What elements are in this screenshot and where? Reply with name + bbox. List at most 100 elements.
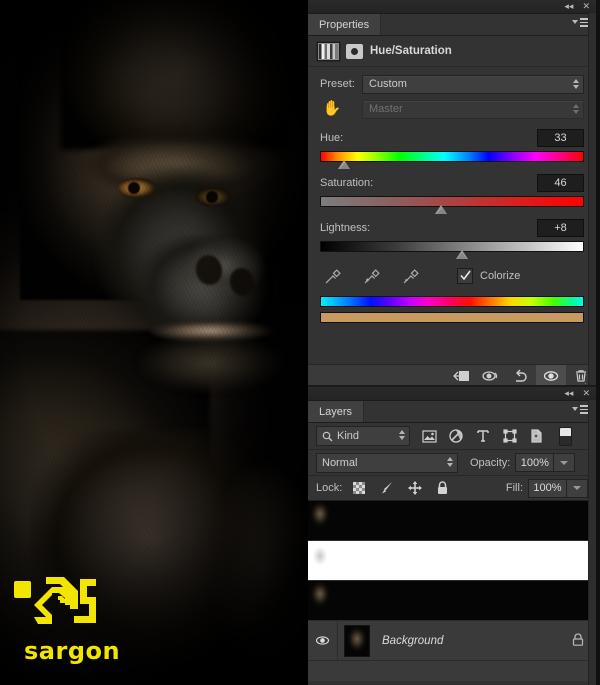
hue-value[interactable]: 33 [537, 129, 584, 147]
channel-select[interactable]: Master [362, 99, 584, 119]
eyedropper-icon[interactable] [324, 268, 341, 285]
input-spectrum-bar[interactable] [320, 296, 584, 307]
preset-row: Preset: Custom [308, 71, 596, 97]
adjustment-header: Hue/Saturation [308, 36, 596, 67]
layer-mask-icon [346, 43, 363, 59]
channel-value: Master [369, 103, 403, 115]
color-output-bars [308, 296, 596, 323]
layer-list: Color Lighting [308, 501, 596, 681]
lightness-slider-block: Lightness: +8 [308, 219, 596, 259]
layer-locked-icon [572, 632, 584, 649]
opacity-value[interactable]: 100% [515, 453, 555, 472]
hue-slider-block: Hue: 33 [308, 129, 596, 169]
lightness-slider-knob[interactable] [455, 250, 469, 259]
filter-kind-label: Kind [337, 430, 360, 442]
hue-label: Hue: [320, 132, 344, 144]
search-icon [322, 431, 333, 441]
filter-kind-select[interactable]: Kind [316, 426, 410, 446]
blend-opacity-row: Normal Opacity: 100% [308, 450, 596, 476]
lightness-slider-track[interactable] [320, 241, 584, 259]
filter-type-layers[interactable] [475, 428, 491, 444]
fill-value[interactable]: 100% [528, 478, 567, 498]
preset-select[interactable]: Custom [362, 74, 584, 94]
preset-stepper-icon[interactable] [573, 78, 579, 89]
window-right-gutter [596, 0, 600, 685]
table-row[interactable]: Shadows adjustment [308, 541, 596, 581]
clip-to-layer-button[interactable] [446, 365, 476, 387]
eyedropper-row: Colorize [308, 262, 596, 290]
layer-list-empty-space [308, 661, 596, 681]
lock-image-pixels[interactable] [379, 481, 394, 496]
layer-mask-thumbnail[interactable] [308, 501, 596, 540]
watermark-text: sargon [24, 637, 121, 665]
sargon-logo-icon [14, 577, 96, 624]
layers-titlebar: ◂◂ ✕ [308, 387, 596, 401]
on-image-adjust-icon[interactable]: ✋ [320, 98, 344, 120]
close-panel-icon[interactable]: ✕ [582, 2, 590, 11]
fill-label: Fill: [505, 482, 523, 494]
filter-adjustment-layers[interactable] [448, 428, 464, 444]
tab-properties[interactable]: Properties [308, 14, 382, 35]
fill-dropdown-button[interactable] [567, 478, 588, 498]
channel-stepper-icon[interactable] [573, 103, 579, 114]
hue-slider-knob[interactable] [338, 160, 351, 169]
layer-filter-toolbar: Kind [308, 423, 596, 450]
lock-fill-row: Lock: Fill: 100% [308, 476, 596, 501]
colorize-label: Colorize [480, 270, 521, 282]
layer-mask-thumbnail[interactable] [308, 541, 596, 580]
table-row[interactable]: Highlight adjustment [308, 581, 596, 621]
properties-tabrow: Properties [308, 14, 596, 36]
lock-transparent-pixels[interactable] [351, 481, 366, 496]
preset-value: Custom [369, 78, 407, 90]
tab-layers[interactable]: Layers [308, 401, 365, 422]
saturation-slider-block: Saturation: 46 [308, 174, 596, 214]
saturation-value[interactable]: 46 [537, 174, 584, 192]
lightness-value[interactable]: +8 [537, 219, 584, 237]
output-color-bar[interactable] [320, 312, 584, 323]
properties-panel: ◂◂ ✕ Properties Hue/Saturation Preset: C… [308, 0, 596, 393]
layer-mask-thumbnail[interactable] [308, 581, 596, 620]
photoshop-window: sargon ◂◂ ✕ Properties Hue/Saturation Pr… [0, 0, 600, 685]
lock-all[interactable] [435, 481, 450, 496]
filter-smart-objects[interactable] [529, 428, 545, 444]
blend-mode-stepper-icon[interactable] [447, 456, 453, 467]
hue-slider-track[interactable] [320, 151, 584, 169]
table-row[interactable]: Background [308, 621, 596, 661]
layer-name: Background [382, 634, 444, 647]
filter-enable-toggle[interactable] [559, 426, 572, 446]
reset-button[interactable] [506, 365, 536, 387]
properties-footer [308, 364, 596, 393]
properties-titlebar: ◂◂ ✕ [308, 0, 596, 14]
saturation-slider-track[interactable] [320, 196, 584, 214]
view-previous-state-button[interactable] [476, 365, 506, 387]
table-row[interactable]: Color Lighting [308, 501, 596, 541]
lock-label: Lock: [316, 482, 343, 494]
saturation-slider-knob[interactable] [435, 205, 448, 214]
colorize-checkbox[interactable] [457, 268, 473, 284]
opacity-dropdown-button[interactable] [554, 453, 576, 472]
properties-body: Hue/Saturation Preset: Custom ✋ Master H… [308, 36, 596, 393]
filter-pixel-layers[interactable] [421, 428, 437, 444]
filter-shape-layers[interactable] [502, 428, 518, 444]
blend-mode-select[interactable]: Normal [316, 452, 458, 473]
eyedropper-add-icon[interactable] [363, 268, 380, 285]
preset-label: Preset: [320, 78, 355, 90]
layer-visibility-toggle[interactable] [308, 621, 338, 660]
collapse-panel-icon[interactable]: ◂◂ [564, 2, 573, 11]
layers-panel: ◂◂ ✕ Layers Kind Normal Opacity: 100% Lo… [308, 387, 596, 685]
opacity-label: Opacity: [470, 456, 511, 469]
adjustment-title: Hue/Saturation [370, 45, 452, 57]
lightness-label: Lightness: [320, 222, 371, 234]
toggle-layer-visibility-button[interactable] [536, 365, 566, 387]
layers-tabrow: Layers [308, 401, 596, 423]
layers-collapse-panel-icon[interactable]: ◂◂ [564, 389, 573, 398]
blend-mode-value: Normal [322, 456, 358, 469]
layer-thumbnail[interactable] [344, 624, 370, 657]
channel-row: ✋ Master [308, 97, 596, 121]
layers-close-panel-icon[interactable]: ✕ [582, 389, 590, 398]
eyedropper-subtract-icon[interactable] [402, 268, 419, 285]
filter-kind-stepper-icon[interactable] [399, 430, 405, 440]
hue-saturation-icon [318, 42, 339, 60]
image-canvas[interactable]: sargon [0, 0, 308, 685]
lock-position[interactable] [407, 481, 422, 496]
